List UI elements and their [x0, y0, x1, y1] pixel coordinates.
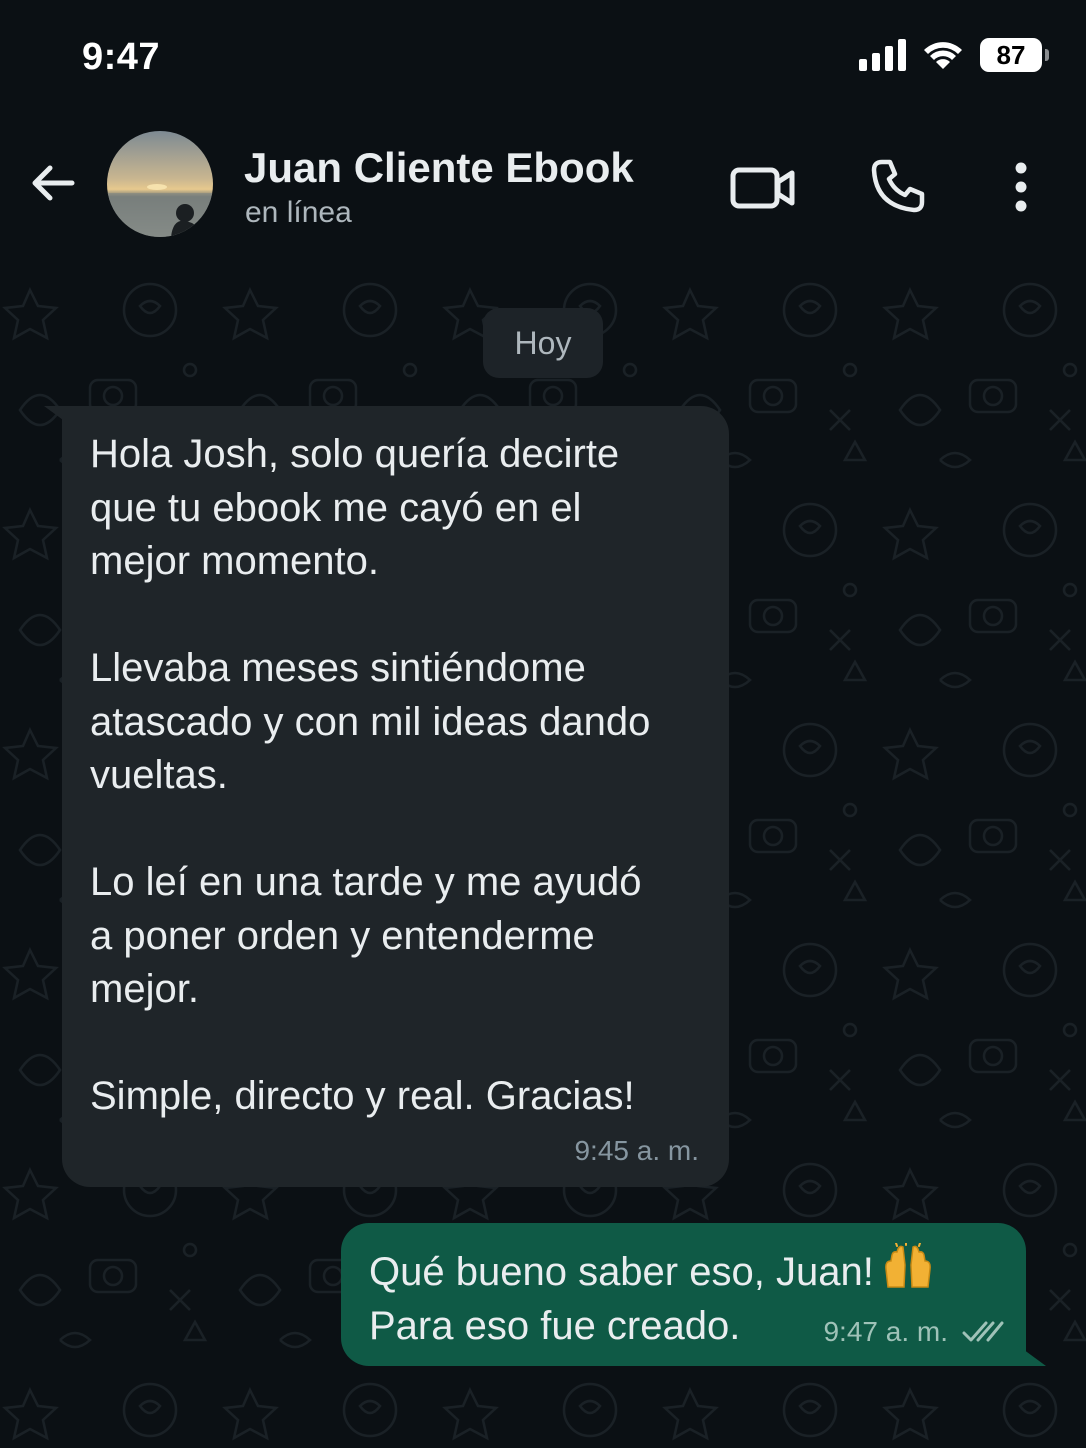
back-arrow-icon[interactable] [28, 158, 78, 208]
message-meta: 9:47 a. m. [823, 1316, 1004, 1348]
date-chip: Hoy [483, 308, 603, 378]
chat-area[interactable]: Hoy Hola Josh, solo quería decirte que t… [0, 260, 1086, 1448]
raising-hands-icon [884, 1243, 931, 1288]
message-time: 9:47 a. m. [823, 1316, 948, 1347]
battery-icon: 87 [980, 38, 1049, 72]
message-line-text: Qué bueno saber eso, Juan! [369, 1250, 874, 1294]
contact-status: en línea [245, 196, 352, 229]
status-icons: 87 [859, 38, 1049, 72]
status-time: 9:47 [82, 36, 161, 78]
message-line: Qué bueno saber eso, Juan! [369, 1243, 998, 1300]
signal-icon [859, 39, 906, 71]
message-paragraph: Llevaba meses sintiéndome atascado y con… [90, 646, 651, 797]
message-paragraph: Lo leí en una tarde y me ayudó a poner o… [90, 860, 642, 1011]
outgoing-bubble-tail [1016, 1344, 1046, 1366]
double-check-read-icon [962, 1321, 1004, 1342]
phone-icon[interactable] [868, 156, 928, 216]
avatar[interactable] [107, 131, 213, 237]
chat-header: Juan Cliente Ebook en línea [0, 110, 1086, 260]
message-paragraph: Hola Josh, solo quería decirte que tu eb… [90, 432, 620, 583]
incoming-message-bubble[interactable]: Hola Josh, solo quería decirte que tu eb… [62, 406, 729, 1187]
more-vertical-icon[interactable] [1004, 160, 1038, 214]
message-time: 9:45 a. m. [574, 1135, 699, 1166]
status-bar: 9:47 87 [0, 0, 1086, 110]
battery-level: 87 [996, 39, 1026, 70]
video-camera-icon[interactable] [728, 162, 798, 212]
wifi-icon [924, 42, 962, 69]
message-paragraph: Simple, directo y real. Gracias! [90, 1074, 635, 1118]
whatsapp-chat-screen: 9:47 87 Juan Cliente Ebook en línea Hoy … [0, 0, 1086, 1448]
outgoing-message-bubble[interactable]: Qué bueno saber eso, Juan! Para eso fue … [341, 1223, 1026, 1366]
contact-name[interactable]: Juan Cliente Ebook [244, 144, 634, 192]
